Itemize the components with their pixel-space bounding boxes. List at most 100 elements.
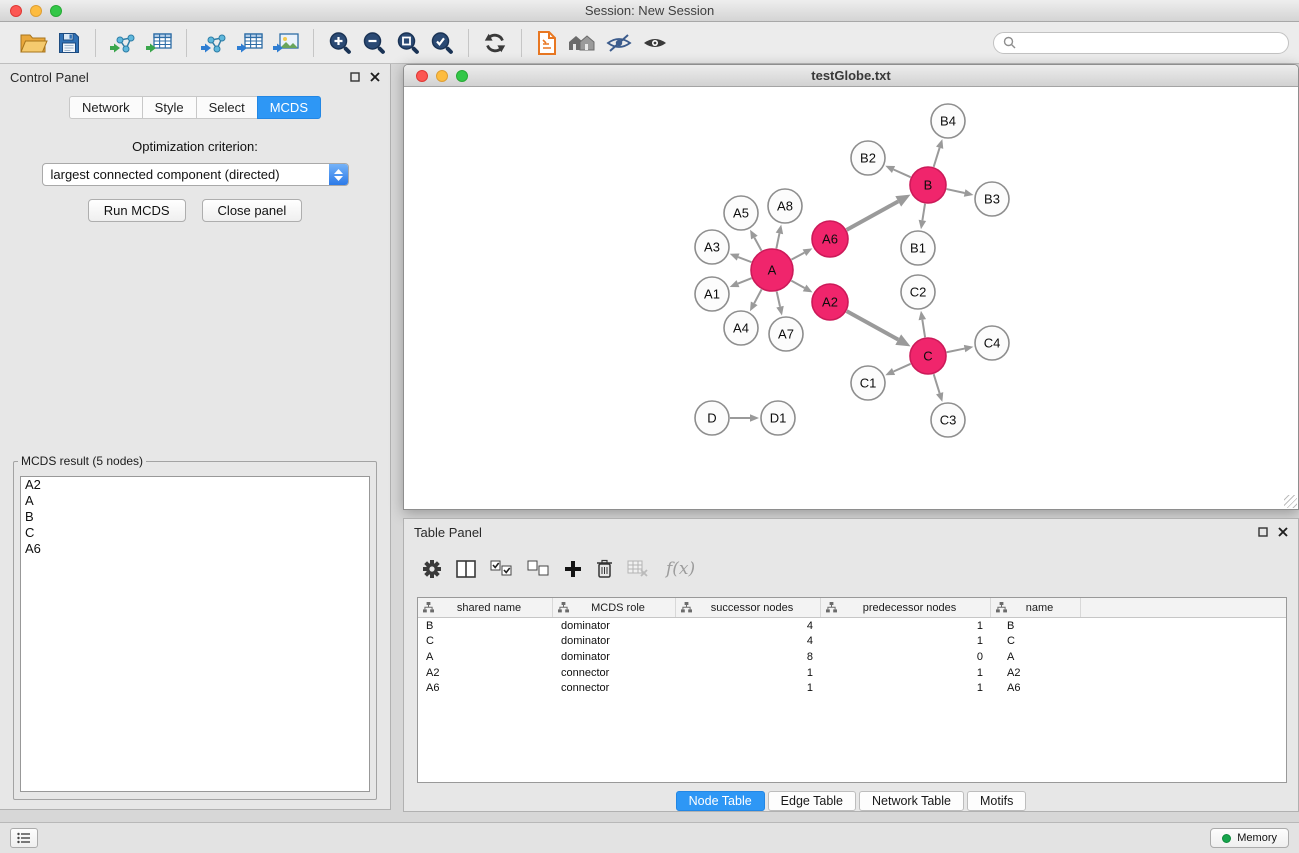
ndex-home-icon[interactable] bbox=[567, 30, 597, 56]
network-minimize-button[interactable] bbox=[436, 70, 448, 82]
ndex-document-icon[interactable] bbox=[535, 30, 559, 56]
run-mcds-button[interactable]: Run MCDS bbox=[88, 199, 186, 222]
graph-edge-arrow bbox=[776, 225, 783, 235]
minimize-window-button[interactable] bbox=[30, 5, 42, 17]
table-settings-gear-icon[interactable] bbox=[422, 559, 442, 579]
column-type-icon bbox=[996, 602, 1007, 613]
select-all-icon[interactable] bbox=[490, 560, 513, 577]
graph-edge-A-A4[interactable] bbox=[754, 289, 761, 303]
zoom-window-button[interactable] bbox=[50, 5, 62, 17]
delete-row-icon[interactable] bbox=[596, 559, 613, 578]
toolbar-separator bbox=[521, 29, 522, 57]
table-row-A[interactable]: Adominator80A bbox=[418, 649, 1286, 665]
graph-node-label: A3 bbox=[704, 240, 720, 255]
graph-edge-B-B3[interactable] bbox=[947, 189, 965, 193]
graph-edge-A-A5[interactable] bbox=[754, 238, 761, 251]
cell-successor-nodes: 8 bbox=[676, 651, 821, 663]
float-panel-icon[interactable] bbox=[350, 72, 360, 82]
optimization-criterion-label: Optimization criterion: bbox=[0, 139, 390, 154]
add-row-icon[interactable] bbox=[564, 560, 582, 578]
table-row-A6[interactable]: A6connector11A6 bbox=[418, 680, 1286, 696]
tab-network-table[interactable]: Network Table bbox=[859, 791, 964, 811]
graph-edge-B-B4[interactable] bbox=[934, 148, 940, 167]
export-network-icon[interactable] bbox=[200, 30, 228, 56]
graph-edge-C-C1[interactable] bbox=[894, 364, 911, 372]
network-close-button[interactable] bbox=[416, 70, 428, 82]
resize-handle[interactable] bbox=[1284, 495, 1297, 508]
zoom-in-icon[interactable] bbox=[327, 30, 353, 56]
unselect-all-icon[interactable] bbox=[527, 560, 550, 577]
float-table-panel-icon[interactable] bbox=[1258, 527, 1268, 537]
tab-mcds[interactable]: MCDS bbox=[257, 96, 321, 119]
graph-edge-C-C2[interactable] bbox=[922, 320, 925, 338]
search-input[interactable] bbox=[1021, 36, 1279, 50]
close-panel-button[interactable]: Close panel bbox=[202, 199, 303, 222]
tab-node-table[interactable]: Node Table bbox=[676, 791, 765, 811]
tab-style[interactable]: Style bbox=[142, 96, 196, 119]
column-header-predecessor-nodes[interactable]: predecessor nodes bbox=[821, 598, 991, 617]
memory-button[interactable]: Memory bbox=[1210, 828, 1289, 848]
export-table-icon[interactable] bbox=[236, 30, 264, 56]
graph-edge-C-C3[interactable] bbox=[934, 374, 940, 393]
export-image-icon[interactable] bbox=[272, 30, 300, 56]
graph-edge-A-A3[interactable] bbox=[738, 257, 751, 262]
graph-node-label: A5 bbox=[733, 206, 749, 221]
mcds-result-list[interactable]: A2ABCA6 bbox=[20, 476, 370, 792]
graph-edge-B-B2[interactable] bbox=[894, 169, 911, 177]
table-row-A2[interactable]: A2connector11A2 bbox=[418, 665, 1286, 681]
open-session-icon[interactable] bbox=[18, 30, 48, 56]
graph-node-label: D bbox=[707, 411, 716, 426]
apply-layout-icon[interactable] bbox=[482, 30, 508, 56]
network-zoom-button[interactable] bbox=[456, 70, 468, 82]
graph-edge-B-B1[interactable] bbox=[922, 204, 925, 221]
import-network-icon[interactable] bbox=[109, 30, 137, 56]
network-window-titlebar[interactable]: testGlobe.txt bbox=[404, 65, 1298, 87]
result-item-A[interactable]: A bbox=[21, 493, 369, 509]
network-canvas[interactable]: B4B2BB3A8A5A6A3B1AC2A1A2A4A7C4CC1DD1C3 bbox=[404, 87, 1298, 509]
graph-edge-A6-B[interactable] bbox=[847, 201, 899, 229]
graph-edge-A-A7[interactable] bbox=[777, 291, 780, 306]
show-columns-icon[interactable] bbox=[456, 560, 476, 578]
window-titlebar[interactable]: Session: New Session bbox=[0, 0, 1299, 22]
criterion-dropdown[interactable]: largest connected component (directed) bbox=[42, 163, 349, 186]
zoom-fit-icon[interactable] bbox=[395, 30, 421, 56]
zoom-selected-icon[interactable] bbox=[429, 30, 455, 56]
result-item-B[interactable]: B bbox=[21, 509, 369, 525]
column-header-successor-nodes[interactable]: successor nodes bbox=[676, 598, 821, 617]
close-table-panel-icon[interactable] bbox=[1278, 527, 1288, 537]
hide-graphics-details-icon[interactable] bbox=[605, 30, 633, 56]
tab-select[interactable]: Select bbox=[196, 96, 257, 119]
save-session-icon[interactable] bbox=[56, 30, 82, 56]
function-builder-icon[interactable]: f(x) bbox=[666, 559, 695, 579]
graph-node-label: B1 bbox=[910, 241, 926, 256]
close-window-button[interactable] bbox=[10, 5, 22, 17]
tab-motifs[interactable]: Motifs bbox=[967, 791, 1026, 811]
column-header-name[interactable]: name bbox=[991, 598, 1081, 617]
column-header-mcds-role[interactable]: MCDS role bbox=[553, 598, 676, 617]
graph-edge-A-A1[interactable] bbox=[738, 278, 752, 283]
tab-network[interactable]: Network bbox=[69, 96, 142, 119]
result-item-A2[interactable]: A2 bbox=[21, 477, 369, 493]
close-panel-icon[interactable] bbox=[370, 72, 380, 82]
graph-edge-A-A8[interactable] bbox=[776, 233, 779, 248]
import-table-icon[interactable] bbox=[145, 30, 173, 56]
graph-edge-C-C4[interactable] bbox=[947, 349, 965, 353]
column-header-shared-name[interactable]: shared name bbox=[418, 598, 553, 617]
task-history-button[interactable] bbox=[10, 828, 38, 848]
destroy-table-icon[interactable] bbox=[627, 560, 648, 577]
zoom-out-icon[interactable] bbox=[361, 30, 387, 56]
graph-edge-A-A2[interactable] bbox=[791, 281, 804, 288]
table-row-C[interactable]: Cdominator41C bbox=[418, 634, 1286, 650]
graph-edge-A-A6[interactable] bbox=[791, 253, 804, 260]
graph-node-label: A6 bbox=[822, 232, 838, 247]
result-item-C[interactable]: C bbox=[21, 525, 369, 541]
cell-mcds-role: dominator bbox=[553, 620, 676, 632]
result-item-A6[interactable]: A6 bbox=[21, 541, 369, 557]
table-row-B[interactable]: Bdominator41B bbox=[418, 618, 1286, 634]
graph-node-label: D1 bbox=[770, 411, 787, 426]
graph-node-label: A1 bbox=[704, 287, 720, 302]
graph-edge-A2-C[interactable] bbox=[847, 311, 899, 339]
show-graphics-details-icon[interactable] bbox=[641, 30, 669, 56]
tab-edge-table[interactable]: Edge Table bbox=[768, 791, 856, 811]
search-field[interactable] bbox=[993, 32, 1289, 54]
